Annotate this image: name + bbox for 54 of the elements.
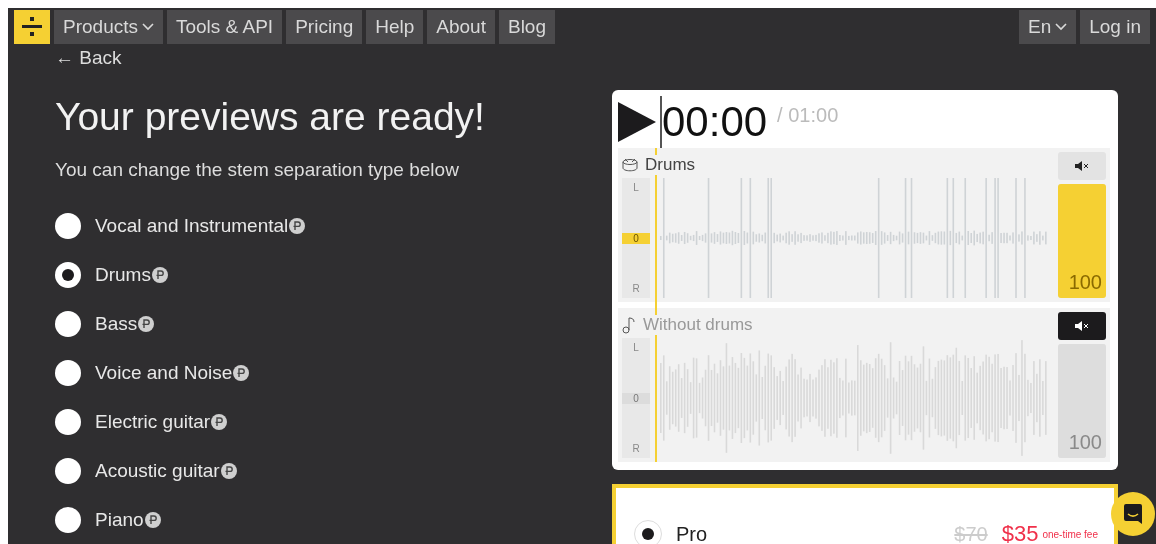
radio-button[interactable] (55, 408, 81, 435)
volume-value: 100 (1068, 431, 1102, 454)
chat-button[interactable] (1111, 492, 1155, 536)
nav-link[interactable]: Pricing (286, 10, 363, 44)
mute-icon (1075, 161, 1089, 171)
track-name: Without drums (640, 315, 753, 335)
nav-link[interactable]: Help (366, 10, 424, 44)
volume-value: 100 (1068, 271, 1102, 294)
divide-icon (22, 16, 42, 38)
pan-label: L (632, 342, 640, 353)
chevron-down-icon (1055, 23, 1068, 31)
login-button[interactable]: Log in (1080, 10, 1150, 44)
option-label[interactable]: Piano (95, 508, 144, 531)
option-label[interactable]: Voice and Noise (95, 361, 233, 384)
pan-center: 0 (622, 392, 650, 404)
option-label[interactable]: Bass (95, 312, 138, 335)
nav-link[interactable]: Tools & API (167, 10, 283, 44)
mute-icon (1075, 321, 1089, 331)
chat-icon (1123, 503, 1143, 525)
plan-name: Pro (676, 522, 709, 544)
nav-link[interactable]: Blog (498, 10, 555, 44)
radio-button[interactable] (55, 261, 81, 288)
radio-button[interactable] (55, 359, 81, 386)
pan-label: R (631, 283, 641, 294)
price-note: one-time fee (1042, 528, 1098, 540)
pan-slider[interactable]: L 0 R (622, 338, 650, 458)
page-title: Your previews are ready! (55, 95, 486, 139)
mute-button[interactable] (1058, 152, 1106, 180)
pan-label: L (632, 182, 640, 193)
mute-button[interactable] (1058, 312, 1106, 340)
subtitle: You can change the stem separation type below (55, 158, 460, 182)
duration: / 01:00 (777, 104, 839, 127)
radio-button[interactable] (55, 212, 81, 239)
nav-link[interactable]: Products (54, 10, 163, 44)
music-note-icon (622, 316, 636, 334)
current-time: 00:00 (662, 97, 768, 147)
radio-button[interactable] (55, 457, 81, 484)
radio-button[interactable] (55, 506, 81, 533)
nav-link[interactable]: About (427, 10, 495, 44)
pan-label: R (631, 443, 641, 454)
option-label[interactable]: Drums (95, 263, 151, 286)
option-label[interactable]: Electric guitar (95, 410, 211, 433)
volume-slider[interactable]: 100 (1058, 184, 1106, 298)
play-icon[interactable] (618, 102, 656, 142)
option-label[interactable]: Acoustic guitar (95, 459, 220, 482)
pan-center: 0 (622, 232, 650, 244)
drum-icon (622, 158, 638, 172)
back-link[interactable]: ← Back (55, 47, 612, 69)
radio-button[interactable] (55, 310, 81, 337)
pan-slider[interactable]: L 0 R (622, 178, 650, 298)
price: $35 (1001, 521, 1039, 544)
logo[interactable] (14, 10, 50, 44)
option-label[interactable]: Vocal and Instrumental (95, 214, 289, 237)
language-selector[interactable]: En (1018, 10, 1077, 44)
